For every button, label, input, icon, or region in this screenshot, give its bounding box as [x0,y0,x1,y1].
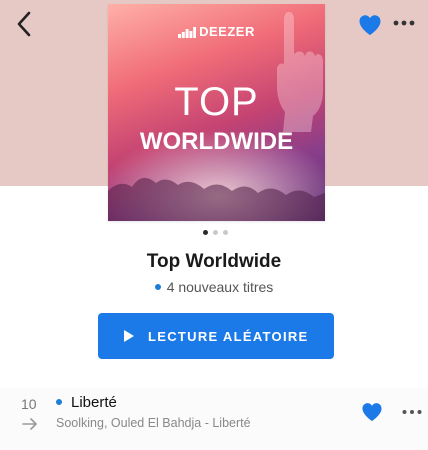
heart-icon [362,403,382,422]
arrow-right-icon [22,418,37,430]
new-tracks-count: 4 nouveaux titres [166,279,274,295]
play-icon [124,330,134,342]
playlist-cover[interactable]: DEEZER TOP WORLDWIDE [108,4,325,221]
pager-dot[interactable] [223,230,228,235]
track-favorite-button[interactable] [361,402,383,422]
track-title: Liberté [71,394,117,411]
new-indicator-dot [154,284,161,291]
chevron-left-icon [17,11,31,37]
pager-dot[interactable] [213,230,218,235]
shuffle-play-button[interactable]: LECTURE ALÉATOIRE [98,313,334,359]
cover-title-line2: WORLDWIDE [139,128,294,155]
equalizer-icon [178,27,197,39]
track-row[interactable]: 10 Liberté Soolking, Ouled El Bahdja - L… [0,388,428,450]
more-horizontal-icon [402,410,422,414]
more-horizontal-icon [393,20,415,26]
pager-dot[interactable] [203,230,208,235]
more-options-button[interactable] [392,18,416,28]
heart-icon [359,15,381,35]
track-more-button[interactable] [401,408,423,416]
playlist-title: Top Worldwide [146,251,282,272]
back-button[interactable] [14,10,36,38]
shuffle-play-label: LECTURE ALÉATOIRE [148,329,309,344]
track-artist: Soolking, Ouled El Bahdja - Liberté [56,416,251,430]
track-rank: 10 [21,396,37,412]
deezer-logo: DEEZER [108,24,325,39]
deezer-wordmark: DEEZER [199,24,255,39]
cover-title-line1: TOP [174,80,259,124]
playlist-subtitle: 4 nouveaux titres [0,279,428,295]
new-track-dot [56,399,62,405]
favorite-button[interactable] [358,14,382,36]
